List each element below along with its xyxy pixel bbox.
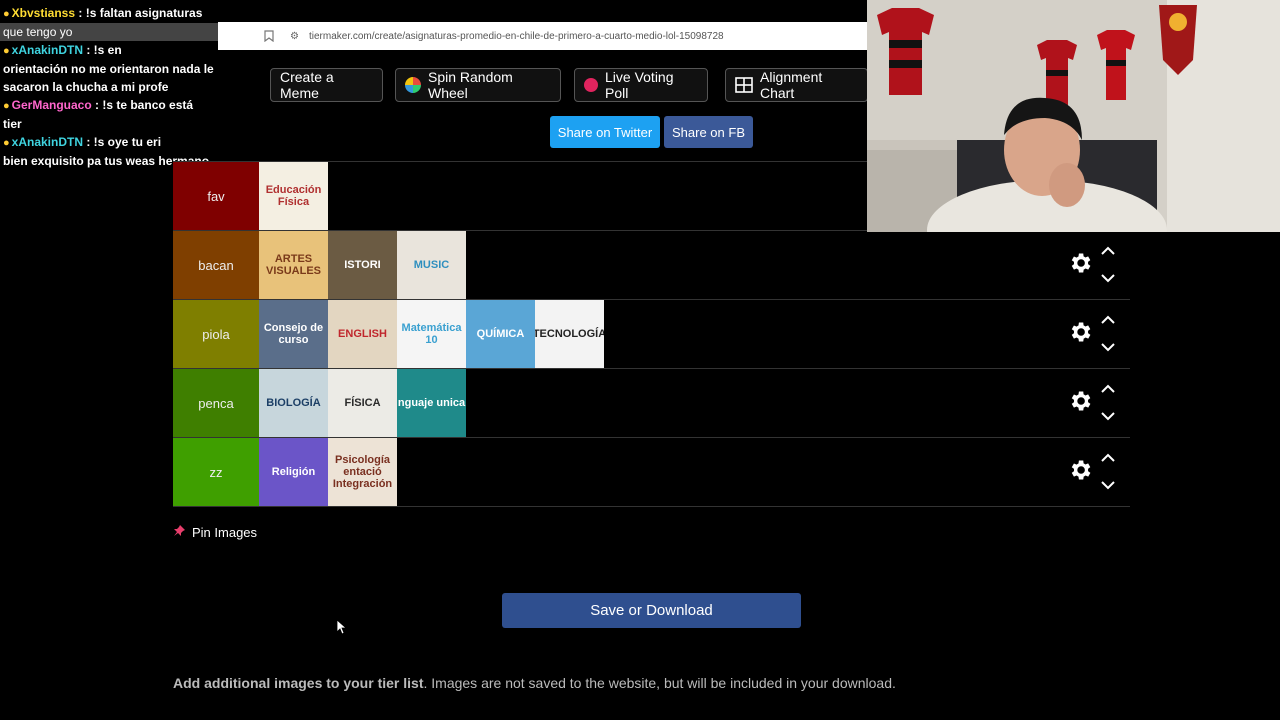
tier-item-image[interactable]: Religión: [259, 438, 328, 506]
tier-row-penca: penca BIOLOGÍA FÍSICA nguaje unica: [173, 369, 1130, 438]
record-dot-icon: [584, 78, 598, 92]
tier-label[interactable]: bacan: [173, 231, 259, 299]
tier-item-image[interactable]: TECNOLOGÍA: [535, 300, 604, 368]
bookmark-icon[interactable]: [264, 30, 274, 43]
pin-images-label: Pin Images: [192, 524, 258, 540]
tier-item-image[interactable]: BIOLOGÍA: [259, 369, 328, 437]
gear-icon[interactable]: [1067, 319, 1093, 350]
chat-message: ● GerManguaco : !s te banco está tier: [0, 96, 218, 133]
pin-images-toggle[interactable]: Pin Images: [173, 524, 257, 540]
tier-item-image[interactable]: QUÍMICA: [466, 300, 535, 368]
share-twitter-button[interactable]: Share on Twitter: [550, 116, 660, 148]
spin-wheel-label: Spin Random Wheel: [428, 69, 513, 101]
wheel-icon: [405, 77, 421, 93]
tier-label[interactable]: piola: [173, 300, 259, 368]
tier-item-image[interactable]: ISTORI: [328, 231, 397, 299]
tier-items: ARTES VISUALES ISTORI MUSIC: [259, 231, 466, 299]
chat-badge-icon: ●: [3, 8, 10, 20]
tier-controls: [1061, 231, 1130, 299]
footer-note-bold: Add additional images to your tier list: [173, 675, 424, 691]
tier-item-image[interactable]: Consejo de curso: [259, 300, 328, 368]
move-arrows: [1101, 311, 1115, 357]
chat-username[interactable]: GerManguaco: [12, 98, 92, 112]
chat-text: : !s en: [86, 43, 122, 57]
footer-note: Add additional images to your tier list.…: [173, 675, 896, 691]
chat-badge-icon: ●: [3, 45, 10, 57]
chevron-up-icon[interactable]: [1101, 380, 1115, 398]
tier-controls: [1061, 438, 1130, 506]
tier-label[interactable]: zz: [173, 438, 259, 506]
chat-text-continued: orientación no me orientaron nada le sac…: [3, 62, 214, 94]
tier-item-image[interactable]: nguaje unica: [397, 369, 466, 437]
tier-items: BIOLOGÍA FÍSICA nguaje unica: [259, 369, 466, 437]
chat-text: : !s oye tu eri: [86, 135, 162, 149]
gear-icon[interactable]: [1067, 250, 1093, 281]
alignment-chart-label: Alignment Chart: [760, 69, 823, 101]
tier-items: Educación Física: [259, 162, 328, 230]
chat-text: : !s faltan asignaturas: [78, 6, 203, 20]
tier-controls: [1061, 300, 1130, 368]
webcam-overlay: [867, 0, 1280, 232]
tier-items: Consejo de curso ENGLISH Matemática 10 QUÍM…: [259, 300, 604, 368]
live-poll-label: Live Voting Poll: [605, 69, 674, 101]
tier-row-zz: zz Religión Psicología entació Integración: [173, 438, 1130, 507]
live-poll-button[interactable]: Live Voting Poll: [574, 68, 708, 102]
tier-label[interactable]: fav: [173, 162, 259, 230]
chat-username[interactable]: xAnakinDTN: [12, 43, 83, 57]
share-fb-label: Share on FB: [672, 124, 745, 140]
tier-item-image[interactable]: MUSIC: [397, 231, 466, 299]
spin-wheel-button[interactable]: Spin Random Wheel: [395, 68, 561, 102]
gear-icon[interactable]: [1067, 457, 1093, 488]
tier-item-image[interactable]: Psicología entació Integración: [328, 438, 397, 506]
tier-item-image[interactable]: FÍSICA: [328, 369, 397, 437]
chevron-down-icon[interactable]: [1101, 270, 1115, 288]
chat-username[interactable]: xAnakinDTN: [12, 135, 83, 149]
share-fb-button[interactable]: Share on FB: [664, 116, 753, 148]
tier-row-bacan: bacan ARTES VISUALES ISTORI MUSIC: [173, 231, 1130, 300]
address-bar[interactable]: ⚙ tiermaker.com/create/asignaturas-prome…: [218, 22, 868, 50]
mouse-cursor-icon: [336, 619, 348, 640]
pin-icon: [173, 524, 186, 540]
chevron-up-icon[interactable]: [1101, 242, 1115, 260]
webcam-feed-image: [867, 0, 1280, 232]
tier-row-piola: piola Consejo de curso ENGLISH Matemática 1…: [173, 300, 1130, 369]
chevron-down-icon[interactable]: [1101, 339, 1115, 357]
chevron-up-icon[interactable]: [1101, 449, 1115, 467]
share-twitter-label: Share on Twitter: [557, 124, 653, 140]
move-arrows: [1101, 449, 1115, 495]
site-info-icon[interactable]: ⚙: [290, 31, 299, 42]
tier-label[interactable]: penca: [173, 369, 259, 437]
tier-item-image[interactable]: Educación Física: [259, 162, 328, 230]
tier-items: Religión Psicología entació Integración: [259, 438, 397, 506]
chat-username[interactable]: Xbvstianss: [12, 6, 75, 20]
tier-controls: [1061, 369, 1130, 437]
tier-item-image[interactable]: ARTES VISUALES: [259, 231, 328, 299]
save-download-label: Save or Download: [590, 602, 713, 619]
create-meme-button[interactable]: Create a Meme: [270, 68, 383, 102]
move-arrows: [1101, 242, 1115, 288]
chat-message: ● xAnakinDTN : !s en orientación no me ori…: [0, 41, 218, 96]
chat-message: ● Xbvstianss : !s faltan asignaturas que t…: [0, 4, 218, 41]
chat-text-continued: que tengo yo: [0, 23, 218, 41]
url-text: tiermaker.com/create/asignaturas-promedi…: [308, 30, 724, 42]
create-meme-label: Create a Meme: [280, 69, 334, 101]
chat-badge-icon: ●: [3, 100, 10, 112]
stream-chat: ● Xbvstianss : !s faltan asignaturas que t…: [0, 4, 218, 170]
chevron-down-icon[interactable]: [1101, 408, 1115, 426]
tier-item-image[interactable]: Matemática 10: [397, 300, 466, 368]
chat-badge-icon: ●: [3, 137, 10, 149]
alignment-chart-button[interactable]: Alignment Chart: [725, 68, 868, 102]
save-download-button[interactable]: Save or Download: [502, 593, 801, 628]
move-arrows: [1101, 380, 1115, 426]
chevron-down-icon[interactable]: [1101, 477, 1115, 495]
gear-icon[interactable]: [1067, 388, 1093, 419]
chevron-up-icon[interactable]: [1101, 311, 1115, 329]
tier-item-image[interactable]: ENGLISH: [328, 300, 397, 368]
grid-icon: [735, 77, 753, 93]
footer-note-text: . Images are not saved to the website, b…: [423, 675, 896, 691]
